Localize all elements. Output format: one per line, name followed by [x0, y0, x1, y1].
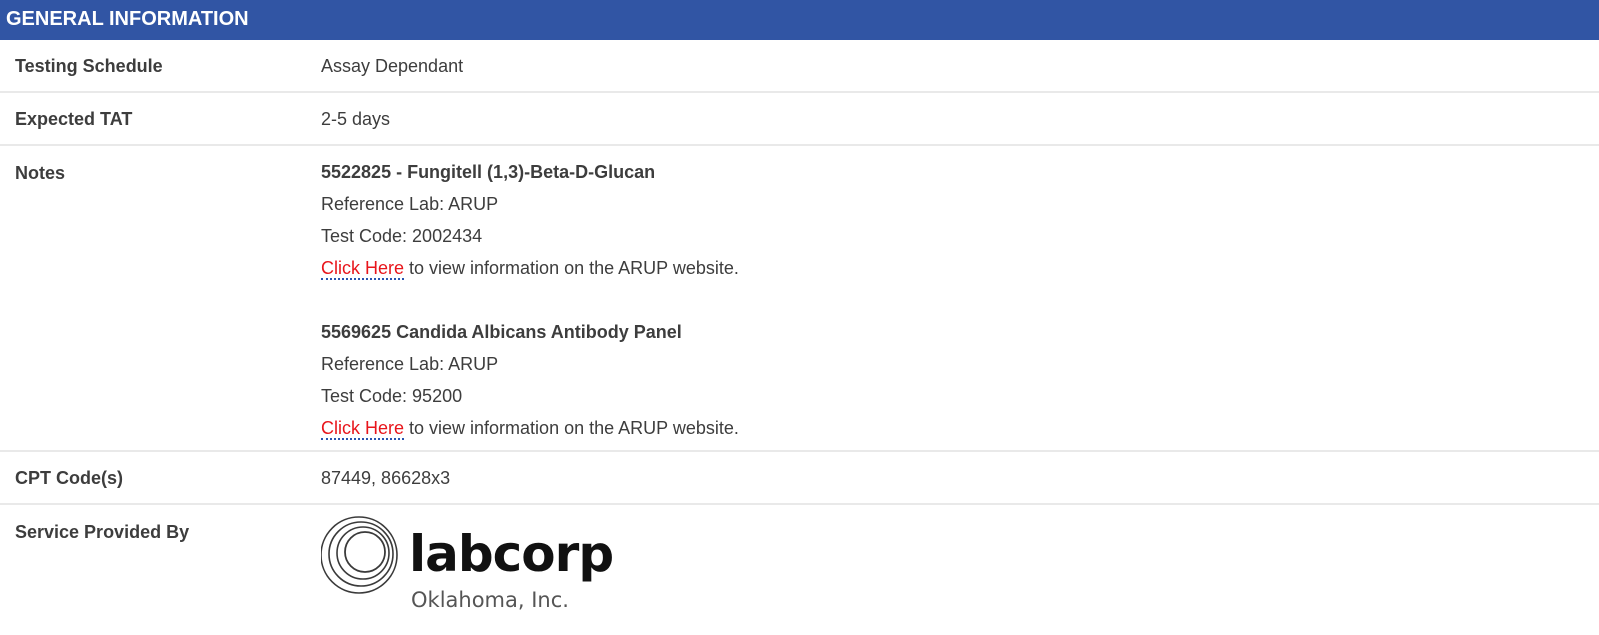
arup-link[interactable]: Click Here: [321, 418, 405, 440]
note-link-suffix: to view information on the ARUP website.: [404, 258, 739, 278]
notes-value: 5522825 - Fungitell (1,3)-Beta-D-Glucan …: [321, 146, 1599, 450]
note-reference-lab: Reference Lab: ARUP: [321, 354, 499, 374]
arup-link[interactable]: Click Here: [321, 258, 405, 280]
note-link-line: Click Here to view information on the AR…: [321, 418, 1599, 450]
expected-tat-label: Expected TAT: [15, 109, 133, 129]
cpt-codes-label: CPT Code(s): [15, 468, 123, 488]
labcorp-logo: labcorp Oklahoma, Inc.: [320, 516, 614, 612]
note-spacer: [321, 290, 1599, 322]
labcorp-rings-icon: [320, 516, 398, 594]
note-test-code: Test Code: 2002434: [321, 226, 483, 246]
section-title: GENERAL INFORMATION: [6, 8, 249, 30]
note-link-line: Click Here to view information on the AR…: [321, 258, 1599, 290]
logo-wordmark: labcorp: [409, 525, 613, 583]
note-link-suffix: to view information on the ARUP website.: [404, 418, 739, 438]
service-provided-value: labcorp Oklahoma, Inc.: [320, 505, 1599, 635]
expected-tat-row: Expected TAT 2-5 days: [0, 93, 1599, 146]
service-provided-label: Service Provided By: [15, 522, 190, 542]
note-reference-lab: Reference Lab: ARUP: [321, 194, 499, 214]
cpt-codes-value: 87449, 86628x3: [321, 468, 451, 488]
notes-label: Notes: [15, 163, 66, 183]
notes-row: Notes 5522825 - Fungitell (1,3)-Beta-D-G…: [0, 146, 1599, 452]
note-entry: 5522825 - Fungitell (1,3)-Beta-D-Glucan …: [321, 162, 1599, 290]
cpt-codes-row: CPT Code(s) 87449, 86628x3: [0, 452, 1599, 505]
expected-tat-value: 2-5 days: [321, 109, 391, 129]
service-provided-row: Service Provided By labcorp Oklahoma, In…: [0, 505, 1599, 635]
testing-schedule-row: Testing Schedule Assay Dependant: [0, 40, 1599, 93]
note-title: 5569625 Candida Albicans Antibody Panel: [321, 322, 682, 342]
note-entry: 5569625 Candida Albicans Antibody Panel …: [321, 322, 1599, 450]
testing-schedule-label: Testing Schedule: [15, 56, 163, 76]
logo-subtitle: Oklahoma, Inc.: [411, 588, 569, 612]
note-test-code: Test Code: 95200: [321, 386, 463, 406]
section-header: GENERAL INFORMATION: [0, 0, 1599, 40]
note-title: 5522825 - Fungitell (1,3)-Beta-D-Glucan: [321, 162, 656, 182]
testing-schedule-value: Assay Dependant: [321, 56, 464, 76]
